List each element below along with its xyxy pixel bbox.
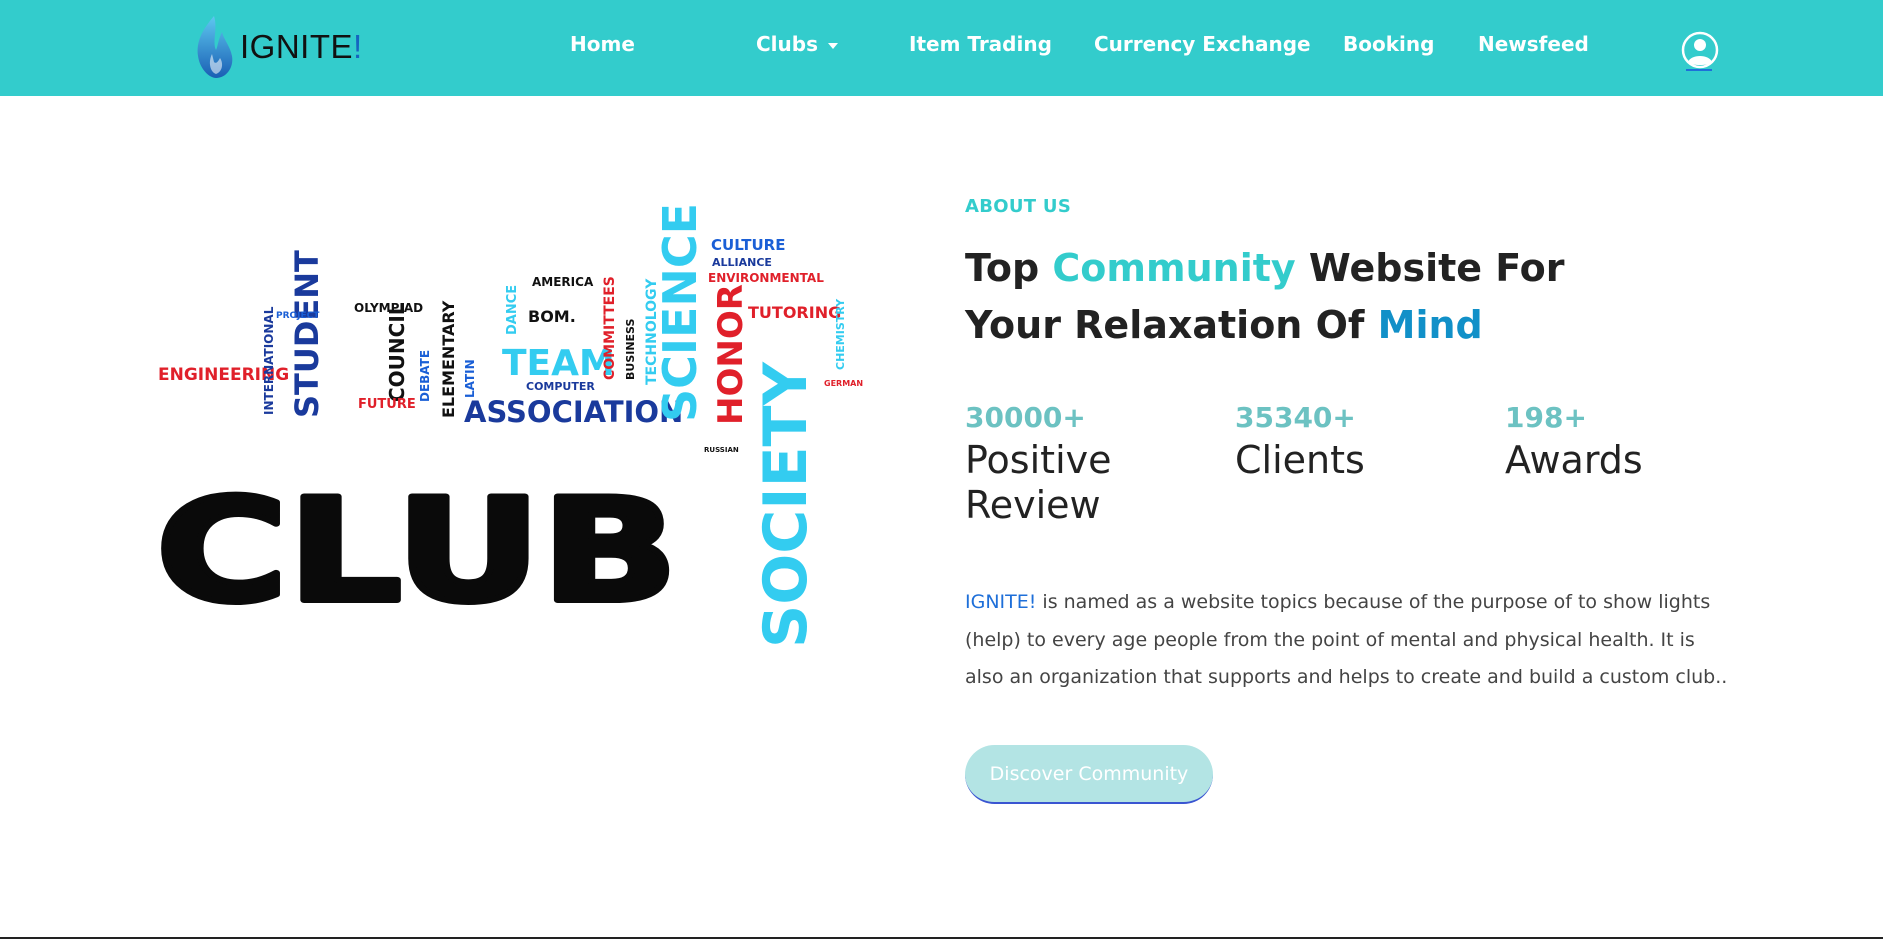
brand-exclamation: ! (353, 28, 363, 65)
nav-booking[interactable]: Booking (1343, 32, 1434, 56)
top-navbar: IGNITE! Home Clubs Item Trading Currency… (0, 0, 1883, 96)
word-student: STUDENT (288, 250, 326, 418)
user-circle-icon[interactable] (1681, 28, 1719, 72)
word-russian: RUSSIAN (704, 446, 739, 454)
stat-label: Clients (1235, 438, 1365, 482)
nav-clubs-dropdown[interactable]: Clubs (756, 32, 838, 56)
stat-awards: 198+ Awards (1505, 400, 1755, 483)
about-description: IGNITE! is named as a website topics bec… (965, 584, 1735, 697)
word-business: BUSINESS (624, 319, 637, 380)
caret-down-icon (828, 42, 838, 49)
word-america: AMERICA (532, 275, 594, 289)
flame-icon (197, 16, 233, 78)
about-headline: Top Community Website For Your Relaxatio… (965, 240, 1665, 354)
stat-label: Awards (1505, 438, 1643, 482)
nav-newsfeed[interactable]: Newsfeed (1478, 32, 1589, 56)
word-committees: COMMITTEES (602, 276, 618, 380)
stat-number: 35340+ (1235, 401, 1356, 434)
word-chemistry: CHEMISTRY (834, 298, 847, 370)
word-environmental: ENVIRONMENTAL (708, 271, 824, 285)
word-culture: CULTURE (711, 236, 785, 254)
nav-clubs-label: Clubs (756, 32, 818, 56)
word-honor: HONOR (711, 284, 751, 425)
word-society: SOCIETY (751, 361, 821, 648)
stat-number: 30000+ (965, 401, 1086, 434)
word-association: ASSOCIATION (464, 395, 683, 429)
word-tutoring: TUTORING (748, 303, 841, 322)
word-debate: DEBATE (418, 350, 432, 402)
user-active-indicator (1686, 69, 1712, 71)
nav-item-trading[interactable]: Item Trading (909, 32, 1052, 56)
headline-part-1: Top (965, 246, 1053, 290)
word-future: FUTURE (358, 397, 416, 412)
word-bom: BOM. (528, 307, 576, 326)
word-latin: LATIN (463, 359, 477, 398)
description-text: is named as a website topics because of … (965, 591, 1728, 688)
word-project: PROJECT (276, 311, 320, 321)
word-club: CLUB (156, 469, 678, 634)
word-computer: COMPUTER (526, 380, 595, 393)
nav-currency-exchange[interactable]: Currency Exchange (1094, 32, 1311, 56)
description-brand: IGNITE! (965, 591, 1037, 613)
word-elementary: ELEMENTARY (439, 300, 458, 418)
brand-name: IGNITE (240, 28, 354, 65)
word-council: COUNCIL (385, 302, 409, 402)
word-team: TEAM (502, 343, 615, 384)
stat-number: 198+ (1505, 401, 1587, 434)
word-german: GERMAN (824, 379, 863, 388)
word-international: INTERNATIONAL (262, 306, 276, 415)
word-dance: DANCE (505, 285, 520, 335)
word-science: SCIENCE (653, 203, 707, 422)
word-alliance: ALLIANCE (712, 256, 772, 269)
headline-highlight-community: Community (1052, 246, 1296, 290)
brand-logo[interactable]: IGNITE! (192, 14, 362, 80)
about-us-label: ABOUT US (965, 196, 1072, 217)
club-word-cloud-image: ENGINEERING INTERNATIONAL STUDENT PROJEC… (156, 203, 863, 648)
discover-community-button[interactable]: Discover Community (965, 745, 1213, 804)
stat-label: Positive Review (965, 438, 1112, 527)
nav-home[interactable]: Home (570, 32, 635, 56)
stat-positive-review: 30000+ Positive Review (965, 400, 1175, 528)
headline-highlight-mind: Mind (1377, 303, 1483, 347)
stat-clients: 35340+ Clients (1235, 400, 1485, 483)
